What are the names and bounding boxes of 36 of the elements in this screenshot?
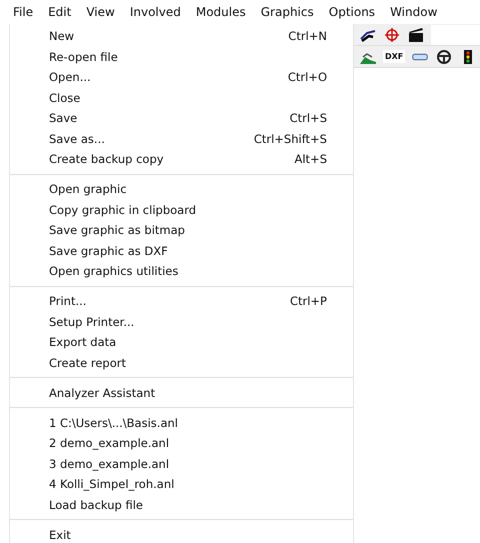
dxf-button[interactable]: DXF [383,50,406,63]
menu-item[interactable]: Open graphics utilities [10,261,353,282]
menu-bar-item[interactable]: Options [322,5,384,19]
steering-wheel-icon[interactable] [435,48,454,64]
menu-item[interactable]: Save Ctrl+S [10,108,353,128]
menu-item[interactable]: Create report [10,352,353,373]
menu-item[interactable]: Re-open file [10,46,353,67]
menu-item[interactable]: Save as... Ctrl+Shift+S [10,128,353,149]
menu-item[interactable]: Setup Printer... [10,312,353,332]
menu-item[interactable]: 4 Kolli_Simpel_roh.anl [10,474,353,494]
menu-bar-item[interactable]: File [6,5,42,19]
menu-item[interactable]: 1 C:\Users\...\Basis.anl [10,412,353,433]
menu-item[interactable]: Save graphic as bitmap [10,220,353,240]
menu-item[interactable]: Open graphic [10,179,353,200]
menu-item[interactable]: New Ctrl+N [10,26,353,46]
menu-item[interactable]: Open... Ctrl+O [10,67,353,88]
crosshair-icon[interactable] [383,26,401,42]
menu-bar-item[interactable]: Modules [188,5,254,19]
menu-bar-item[interactable]: View [79,5,123,19]
menu-item[interactable]: Save graphic as DXF [10,240,353,261]
clapperboard-icon[interactable] [407,26,425,42]
menu-item[interactable]: Print... Ctrl+P [10,291,353,312]
toolbar-field[interactable] [431,24,480,44]
menu-item[interactable]: Export data [10,332,353,352]
menu-bar-item[interactable]: Edit [41,5,80,19]
menu-item[interactable]: Create backup copy Alt+S [10,149,353,170]
menu-item[interactable]: Exit [10,524,353,543]
menu-item[interactable]: 3 demo_example.anl [10,454,353,474]
menu-item[interactable]: Load backup file [10,494,353,515]
menu-item[interactable]: Close [10,88,353,108]
menu-item[interactable]: Analyzer Assistant [10,382,353,403]
menu-item[interactable]: Copy graphic in clipboard [10,200,353,220]
menu-item[interactable]: 2 demo_example.anl [10,433,353,454]
menu-bar-item[interactable]: Window [383,5,446,19]
menu-bar-item[interactable]: Graphics [254,5,322,19]
menu-bar-item[interactable]: Involved [122,5,189,19]
